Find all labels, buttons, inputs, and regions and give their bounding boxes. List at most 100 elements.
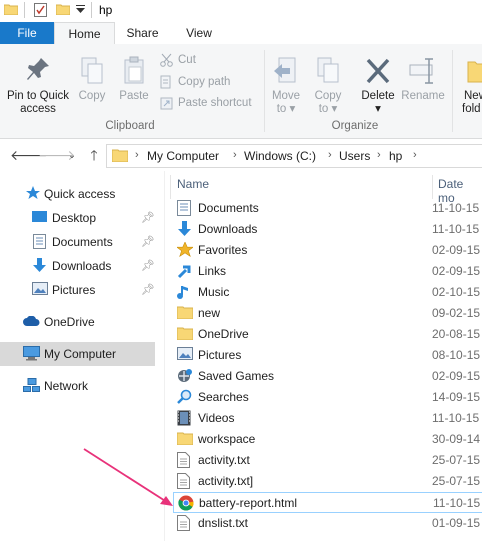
text-file-icon [177,515,190,531]
nav-item-pictures[interactable]: Pictures 📌︎ [0,278,155,302]
file-date-modified: 02-09-15 [432,243,481,257]
paste-shortcut-button[interactable]: Paste shortcut [160,94,260,112]
rename-label: Rename [401,90,445,102]
recent-locations-chevron-icon[interactable]: ⌄ [64,147,80,163]
tab-view[interactable]: View [171,22,227,44]
file-row-activity-txt-bracket[interactable]: activity.txt] 25-07-15 [173,471,482,492]
nav-item-onedrive[interactable]: OneDrive [0,310,155,334]
file-row-downloads[interactable]: Downloads 11-10-15 [173,219,482,240]
file-row-pictures[interactable]: Pictures 08-10-15 [173,345,482,366]
new-folder-label-line1: New [464,90,482,102]
breadcrumb-users[interactable]: Users [339,149,370,163]
address-bar[interactable]: › My Computer › Windows (C:) › Users › h… [106,144,482,168]
forward-arrow-icon[interactable]: 🡒 [38,147,76,163]
folder-icon [112,148,128,162]
file-name: OneDrive [198,327,249,341]
nav-label: Quick access [44,187,116,201]
copy-path-label: Copy path [178,76,231,88]
file-row-music[interactable]: Music 02-10-15 [173,282,482,303]
copy-to-label-line2: to ▾ [318,103,338,115]
nav-item-desktop[interactable]: Desktop 📌︎ [0,206,155,230]
pin-icon[interactable]: 📌︎ [141,278,155,302]
file-row-links[interactable]: Links 02-09-15 [173,261,482,282]
delete-button[interactable]: Delete ▾ [356,56,400,116]
chevron-right-icon[interactable]: › [328,149,332,161]
file-name: workspace [198,432,256,446]
nav-item-documents[interactable]: Documents 📌︎ [0,230,155,254]
properties-icon[interactable] [34,3,47,17]
file-row-onedrive[interactable]: OneDrive 20-08-15 [173,324,482,345]
pin-to-quick-access-button[interactable]: Pin to Quick access [2,56,74,116]
pin-icon[interactable]: 📌︎ [141,230,155,254]
file-row-workspace[interactable]: workspace 30-09-14 [173,429,482,450]
chevron-right-icon[interactable]: › [135,149,139,161]
chevron-right-icon[interactable]: › [377,149,381,161]
breadcrumb-hp[interactable]: hp [389,149,402,163]
delete-dropdown-icon[interactable]: ▾ [356,103,400,116]
file-row-battery-report-html[interactable]: battery-report.html 11-10-15 [173,492,482,513]
scissors-icon [160,53,174,67]
breadcrumb-windows-c[interactable]: Windows (C:) [244,149,316,163]
file-date-modified: 02-10-15 [432,285,481,299]
cloud-icon [23,316,40,327]
nav-label: Desktop [52,211,97,225]
tab-file[interactable]: File [0,22,54,44]
back-arrow-icon[interactable]: 🡐 [10,147,48,163]
file-name: Pictures [198,348,242,362]
clipboard-group-label: Clipboard [105,120,155,132]
paste-button[interactable]: Paste [116,56,152,103]
file-row-documents[interactable]: Documents 11-10-15 [173,198,482,219]
rename-button[interactable]: Rename [400,56,446,103]
file-name: Links [198,264,227,278]
file-date-modified: 11-10-15 [432,222,480,236]
file-name: activity.txt [198,453,250,467]
chevron-right-icon[interactable]: › [233,149,237,161]
up-arrow-icon[interactable]: 🡑 [86,147,102,163]
documents-folder-icon [177,200,191,216]
file-row-activity-txt[interactable]: activity.txt 25-07-15 [173,450,482,471]
nav-item-downloads[interactable]: Downloads 📌︎ [0,254,155,278]
file-date-modified: 08-10-15 [432,348,481,362]
cut-button[interactable]: Cut [160,51,260,69]
pictures-icon [32,282,48,296]
file-row-dnslist-txt[interactable]: dnslist.txt 01-09-15 [173,513,482,534]
tab-share[interactable]: Share [114,22,171,44]
file-name: Documents [198,201,259,215]
group-separator [452,50,453,132]
file-row-searches[interactable]: Searches 14-09-15 [173,387,482,408]
paste-label: Paste [119,90,149,102]
breadcrumb-my-computer[interactable]: My Computer [147,149,219,163]
copy-to-label-line1: Copy [314,90,342,102]
nav-item-quick-access[interactable]: Quick access [0,182,155,206]
copy-to-button[interactable]: Copy to ▾ [310,56,346,116]
pin-icon[interactable]: 📌︎ [141,206,155,230]
file-row-saved-games[interactable]: Saved Games 02-09-15 [173,366,482,387]
file-date-modified: 02-09-15 [432,264,481,278]
folder-icon [177,431,193,445]
copy-path-button[interactable]: Copy path [160,73,260,91]
move-to-button[interactable]: Move to ▾ [268,56,304,116]
copy-path-icon [160,75,174,89]
tab-home[interactable]: Home [54,22,115,46]
pin-label-line2: access [20,103,56,115]
customize-dropdown-icon[interactable] [76,5,85,14]
file-row-videos[interactable]: Videos 11-10-15 [173,408,482,429]
column-header-name[interactable]: Name [177,177,209,191]
pin-icon[interactable]: 📌︎ [141,254,155,278]
file-row-favorites[interactable]: Favorites 02-09-15 [173,240,482,261]
file-date-modified: 30-09-14 [432,432,481,446]
copy-icon [76,56,108,86]
nav-label: My Computer [44,347,117,361]
copy-button[interactable]: Copy [76,56,108,103]
new-folder-button[interactable]: New fold [460,56,482,116]
copy-label: Copy [78,90,106,102]
chevron-right-icon[interactable]: › [413,149,417,161]
file-row-new[interactable]: new 09-02-15 [173,303,482,324]
rename-icon [400,56,446,86]
searches-folder-icon [177,389,193,405]
ribbon-tabs: File Home Share View [0,22,482,46]
new-folder-icon[interactable] [56,3,70,15]
nav-item-network[interactable]: Network [0,374,155,398]
pin-label-line1: Pin to Quick [7,90,69,102]
nav-item-my-computer[interactable]: My Computer [0,342,155,366]
